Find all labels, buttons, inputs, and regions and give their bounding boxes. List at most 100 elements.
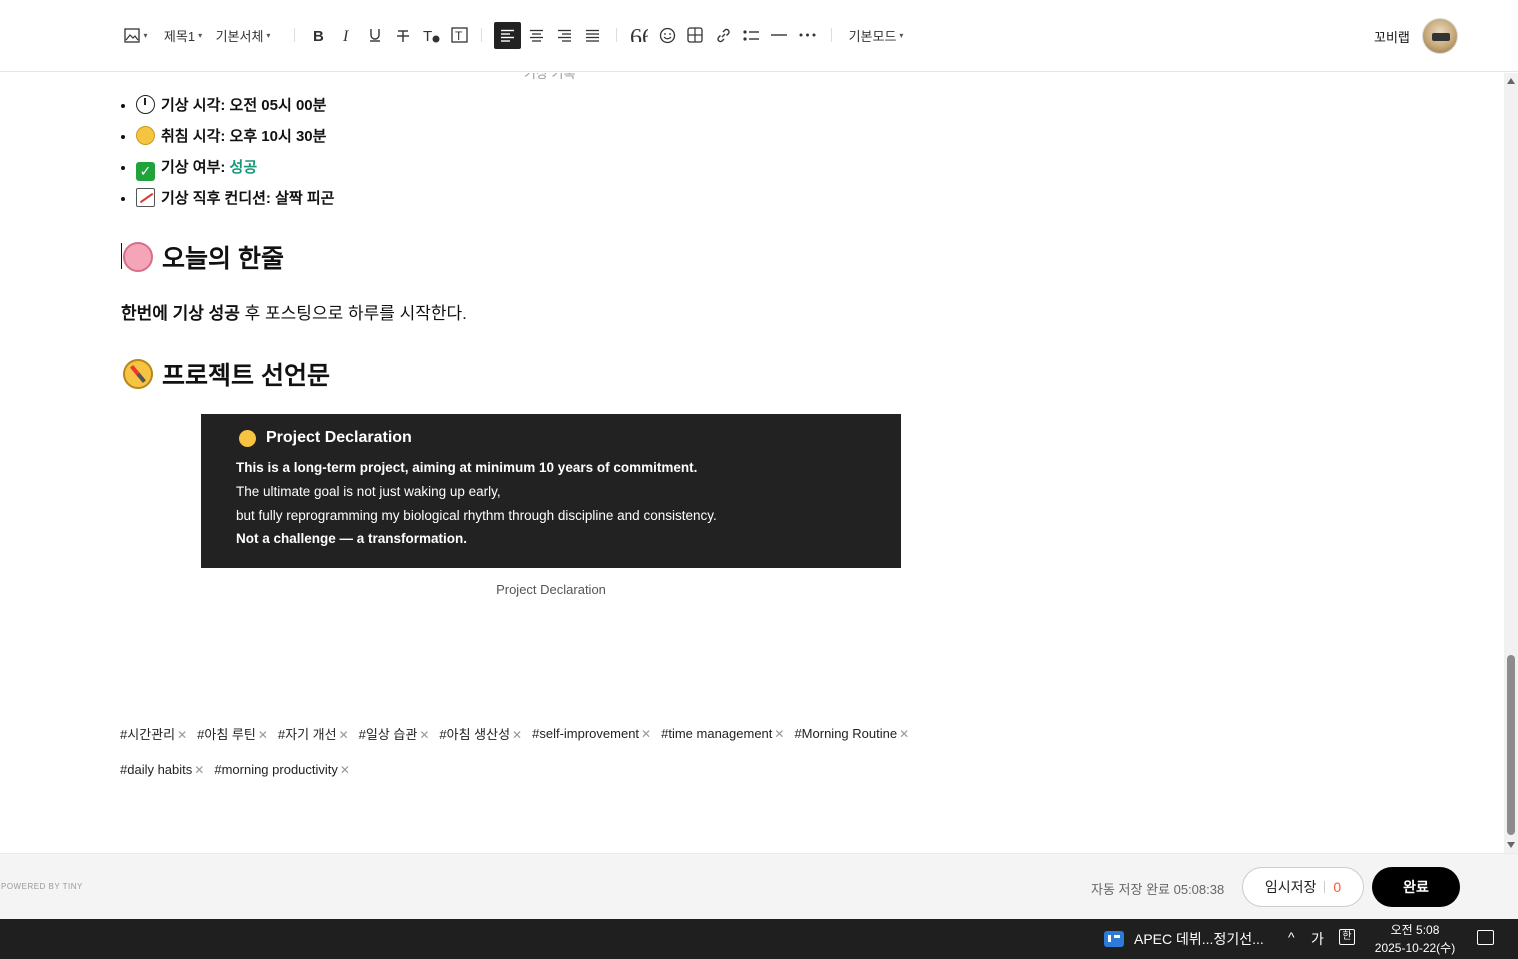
tag-item[interactable]: #morning productivity ✕ [214, 762, 350, 777]
compass-icon [239, 429, 256, 447]
align-justify-button[interactable] [579, 22, 605, 48]
taskbar-clock[interactable]: 오전 5:08 2025-10-22(수) [1372, 921, 1458, 957]
insert-image-button[interactable]: ▾ [120, 22, 152, 48]
clock-icon [136, 95, 155, 114]
heading-today-text: 오늘의 한줄 [162, 245, 284, 273]
declaration-line: The ultimate goal is not just waking up … [236, 484, 501, 499]
heading-today: 오늘의 한줄 [123, 239, 284, 275]
declaration-title: Project Declaration [239, 429, 412, 447]
tag-label: #Morning Routine [794, 725, 898, 741]
fact-condition: 기상 직후 컨디션: 살짝 피곤 [161, 190, 335, 207]
underline-button[interactable] [362, 22, 388, 48]
tag-item[interactable]: #자기 개선 ✕ [278, 724, 349, 743]
heading-select[interactable]: 제목1 ▾ [162, 22, 204, 48]
notification-icon[interactable] [1477, 930, 1494, 945]
text-color-button[interactable]: T [418, 22, 444, 48]
quote-icon: 66 [630, 28, 648, 42]
tag-row: #시간관리 ✕ #아침 루틴 ✕ #자기 개선 ✕ #일상 습관 ✕ #아침 생산성 ✕ #self… [120, 715, 1020, 751]
editor-content[interactable]: 기상 기록 기상 시각: 오전 05시 00분 취침 시각: 오후 10시 30… [0, 73, 1504, 853]
svg-text:T: T [423, 28, 432, 43]
chevron-down-icon: ▾ [266, 30, 271, 40]
list-item: 기상 시각: 오전 05시 00분 [136, 93, 334, 124]
more-button[interactable] [794, 22, 820, 48]
link-button[interactable] [710, 22, 736, 48]
tag-label: #일상 습관 [358, 726, 418, 742]
text-cursor [121, 243, 122, 269]
text-background-button[interactable]: T [446, 22, 472, 48]
bold-icon: B [312, 28, 326, 43]
italic-icon: I [341, 28, 353, 43]
remove-tag-icon[interactable]: ✕ [899, 727, 909, 741]
chevron-down-icon: ▾ [143, 30, 148, 40]
tag-item[interactable]: #time management ✕ [661, 726, 784, 741]
today-line-rest: 후 포스팅으로 하루를 시작한다. [239, 304, 467, 323]
tag-label: #자기 개선 [277, 726, 337, 742]
svg-text:B: B [313, 28, 324, 43]
scrollbar-thumb[interactable] [1507, 655, 1515, 835]
text-color-icon: T [422, 28, 440, 43]
taskbar-app-label: APEC 데뷔...정기선... [1134, 931, 1264, 947]
tag-item[interactable]: #일상 습관 ✕ [359, 724, 430, 743]
scroll-up-icon[interactable] [1507, 78, 1515, 84]
list-item: ✓ 기상 여부: 성공 [136, 155, 334, 186]
remove-tag-icon[interactable]: ✕ [340, 763, 350, 777]
bold-button[interactable]: B [306, 22, 332, 48]
font-select-label: 기본서체 [215, 28, 264, 44]
remove-tag-icon[interactable]: ✕ [339, 728, 349, 742]
ime-language[interactable]: 가 [1311, 929, 1324, 949]
strikethrough-icon [396, 28, 410, 43]
avatar[interactable] [1422, 18, 1458, 54]
remove-tag-icon[interactable]: ✕ [641, 727, 651, 741]
remove-tag-icon[interactable]: ✕ [512, 728, 522, 742]
tag-item[interactable]: #시간관리 ✕ [120, 724, 187, 743]
heading-project-text: 프로젝트 선언문 [162, 362, 330, 390]
tag-item[interactable]: #아침 루틴 ✕ [197, 724, 268, 743]
scroll-down-icon[interactable] [1507, 842, 1515, 848]
clock-date: 2025-10-22(수) [1374, 941, 1456, 955]
image-caption[interactable]: Project Declaration [201, 582, 901, 597]
today-line: 한번에 기상 성공 후 포스팅으로 하루를 시작한다. [121, 299, 467, 324]
brain-icon [123, 242, 153, 272]
align-justify-icon [585, 29, 600, 42]
vertical-scrollbar[interactable] [1504, 73, 1518, 853]
tag-label: #time management [661, 725, 773, 741]
tag-item[interactable]: #Morning Routine ✕ [794, 726, 909, 741]
publish-button[interactable]: 완료 [1372, 867, 1460, 907]
mode-select[interactable]: 기본모드 ▾ [846, 22, 906, 48]
list-button[interactable] [738, 22, 764, 48]
save-draft-button[interactable]: 임시저장 0 [1242, 867, 1364, 907]
remove-tag-icon[interactable]: ✕ [194, 763, 204, 777]
horizontal-rule-button[interactable] [766, 22, 792, 48]
remove-tag-icon[interactable]: ✕ [774, 727, 784, 741]
svg-text:T: T [455, 29, 463, 43]
quote-button[interactable]: 66 [626, 22, 652, 48]
declaration-image[interactable]: Project Declaration This is a long-term … [201, 414, 901, 568]
user-name[interactable]: 꼬비랩 [1374, 18, 1410, 54]
list-item: 기상 직후 컨디션: 살짝 피곤 [136, 186, 334, 217]
tag-label: #self-improvement [532, 725, 640, 741]
strikethrough-button[interactable] [390, 22, 416, 48]
tray-chevron-icon[interactable]: ^ [1288, 929, 1295, 945]
align-left-button[interactable] [494, 22, 521, 49]
image-icon [124, 27, 141, 43]
font-select[interactable]: 기본서체 ▾ [214, 22, 272, 48]
align-center-button[interactable] [523, 22, 549, 48]
remove-tag-icon[interactable]: ✕ [419, 728, 429, 742]
autosave-status: 자동 저장 완료 05:08:38 [1091, 879, 1224, 898]
tag-item[interactable]: #daily habits ✕ [120, 762, 204, 777]
table-button[interactable] [682, 22, 708, 48]
align-right-button[interactable] [551, 22, 577, 48]
fact-wake-time: 기상 시각: 오전 05시 00분 [161, 97, 327, 114]
emoji-button[interactable] [654, 22, 680, 48]
fact-wake-success-value: 성공 [229, 159, 258, 176]
remove-tag-icon[interactable]: ✕ [258, 728, 268, 742]
italic-button[interactable]: I [334, 22, 360, 48]
ime-mode-icon[interactable]: 한 [1339, 929, 1355, 945]
tag-item[interactable]: #self-improvement ✕ [532, 726, 651, 741]
taskbar-app[interactable]: APEC 데뷔...정기선... [1104, 929, 1264, 949]
remove-tag-icon[interactable]: ✕ [177, 728, 187, 742]
align-left-icon [500, 29, 515, 42]
tag-item[interactable]: #아침 생산성 ✕ [439, 724, 522, 743]
list-item: 취침 시각: 오후 10시 30분 [136, 124, 334, 155]
link-icon [715, 27, 732, 44]
